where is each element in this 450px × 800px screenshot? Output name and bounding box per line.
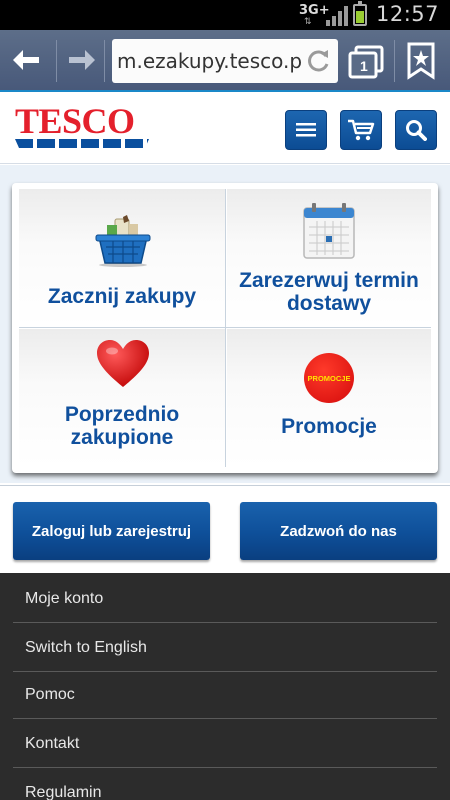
menu-item-contact[interactable]: Kontakt [13, 720, 437, 768]
footer-menu: Moje konto Switch to English Pomoc Konta… [0, 573, 450, 800]
tile-previous-purchases-line1: Poprzednio [64, 403, 180, 426]
forward-arrow-icon [69, 50, 95, 70]
tile-promotions[interactable]: PROMOCJE Promocje [227, 329, 431, 467]
toolbar-divider [394, 40, 395, 82]
cart-button[interactable] [340, 110, 382, 150]
tile-start-shopping-label: Zacznij zakupy [47, 285, 197, 308]
battery-icon [353, 1, 367, 26]
action-buttons: Zaloguj lub zarejestruj Zadzwoń do nas [0, 485, 450, 573]
calendar-icon [303, 203, 355, 259]
menu-item-help[interactable]: Pomoc [13, 671, 437, 719]
menu-item-switch-to-english[interactable]: Switch to English [13, 624, 437, 672]
forward-button[interactable] [62, 40, 102, 80]
menu-button[interactable] [285, 110, 327, 150]
status-clock: 12:57 [376, 2, 440, 26]
tile-previous-purchases-line2: zakupione [70, 426, 174, 449]
search-button[interactable] [395, 110, 437, 150]
heart-icon [97, 340, 149, 387]
call-us-button[interactable]: Zadzwoń do nas [240, 502, 437, 560]
tile-divider-vertical [225, 189, 226, 467]
back-arrow-icon [13, 50, 39, 70]
tile-previous-purchases-label: Poprzednio zakupione [19, 403, 225, 449]
back-button[interactable] [6, 40, 46, 80]
menu-item-terms[interactable]: Regulamin [13, 769, 437, 800]
tabs-button[interactable]: 1 [348, 44, 384, 80]
search-icon [406, 120, 427, 141]
url-text[interactable]: m.ezakupy.tesco.pl/m [117, 49, 302, 73]
tile-divider-horizontal [19, 327, 431, 328]
tile-previous-purchases[interactable]: Poprzednio zakupione [19, 329, 225, 467]
reload-icon[interactable] [304, 47, 332, 75]
cart-icon [348, 119, 375, 141]
url-bar[interactable]: m.ezakupy.tesco.pl/m [112, 39, 338, 83]
toolbar-divider [104, 40, 105, 82]
status-bar: 3G+ ⇅ 12:57 [0, 0, 450, 30]
menu-item-my-account[interactable]: Moje konto [13, 575, 437, 623]
toolbar-divider [56, 40, 57, 82]
main-panel-area: Zacznij zakupy Zarezerwuj termin dostawy [0, 165, 450, 483]
shopping-basket-icon [95, 215, 151, 267]
promocje-badge-icon: PROMOCJE [304, 353, 354, 403]
menu-icon [296, 123, 316, 137]
tile-promotions-label: Promocje [281, 415, 377, 438]
tile-book-delivery[interactable]: Zarezerwuj termin dostawy [227, 189, 431, 327]
logo-text: TESCO [15, 101, 135, 141]
tile-book-delivery-line2: dostawy [286, 292, 372, 315]
promocje-badge-text: PROMOCJE [307, 373, 351, 383]
main-panel: Zacznij zakupy Zarezerwuj termin dostawy [12, 183, 438, 473]
logo-stripes [15, 139, 149, 148]
tile-book-delivery-label: Zarezerwuj termin dostawy [227, 269, 431, 315]
tile-book-delivery-line1: Zarezerwuj termin [239, 269, 419, 292]
login-register-button[interactable]: Zaloguj lub zarejestruj [13, 502, 210, 560]
tile-start-shopping[interactable]: Zacznij zakupy [19, 189, 225, 327]
bookmark-icon [407, 42, 435, 80]
tab-count: 1 [360, 58, 368, 74]
tesco-logo[interactable]: TESCO [15, 101, 151, 148]
data-activity-icon: ⇅ [304, 17, 312, 27]
site-header: TESCO [0, 94, 450, 164]
browser-toolbar: m.ezakupy.tesco.pl/m 1 [0, 30, 450, 92]
signal-strength-icon [326, 6, 348, 26]
bookmarks-button[interactable] [406, 42, 436, 80]
